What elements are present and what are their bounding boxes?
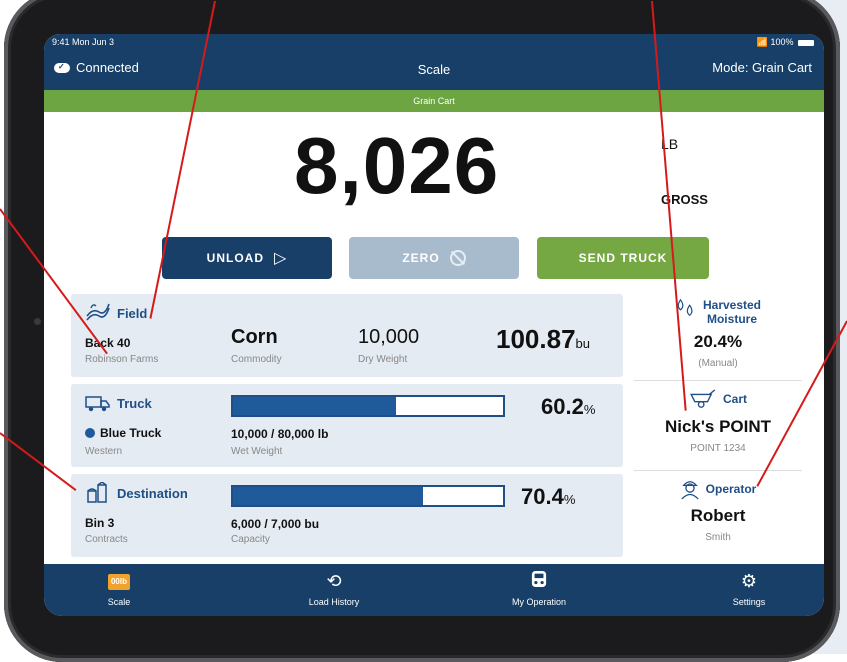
tablet-frame: 9:41 Mon Jun 3 📶 100% Connected Scale Mo… [4, 0, 840, 662]
field-farm: Robinson Farms [85, 354, 159, 365]
operator-last-name: Smith [705, 532, 731, 543]
mode-banner: Grain Cart [44, 90, 824, 112]
field-name: Back 40 [85, 336, 131, 350]
truck-pct-value: 60.2 [541, 394, 584, 419]
cart-title: Cart [722, 392, 747, 406]
truck-load-text: 10,000 / 80,000 lb [231, 427, 329, 441]
operator-first-name: Robert [690, 506, 746, 525]
destination-name: Bin 3 [85, 516, 115, 530]
field-icon [86, 303, 110, 321]
dry-weight-label: Dry Weight [358, 354, 408, 365]
signal-icon: 📶 [756, 37, 768, 47]
zero-label: ZERO [402, 251, 440, 265]
divider [634, 470, 802, 471]
battery-icon [798, 39, 814, 46]
truck-title: Truck [117, 395, 152, 411]
app-screen: 9:41 Mon Jun 3 📶 100% Connected Scale Mo… [44, 34, 824, 616]
cart-value: Nick's POINT [664, 417, 772, 436]
cart-header: Cart [634, 389, 802, 409]
weight-readout: 8,026 [294, 121, 500, 210]
moisture-title-line2: Moisture [706, 312, 757, 326]
truck-percent: 60.2% [541, 394, 595, 420]
moisture-panel[interactable]: Harvested Moisture 20.4% (Manual) [634, 298, 802, 369]
app-header: 9:41 Mon Jun 3 📶 100% Connected Scale Mo… [44, 34, 824, 90]
field-header: Field [85, 302, 147, 324]
no-zero-icon [449, 250, 466, 266]
play-triangle-icon: ▷ [274, 250, 288, 267]
truck-load-label: Wet Weight [231, 446, 283, 457]
destination-progress-fill [233, 487, 424, 505]
destination-pct-unit: % [563, 492, 576, 507]
tab-scale[interactable]: 00lb Scale [54, 570, 184, 607]
destination-load-label: Capacity [231, 534, 270, 545]
status-icons: 📶 100% [757, 37, 814, 48]
zero-button[interactable]: ZERO [349, 237, 519, 279]
destination-percent: 70.4% [521, 484, 575, 510]
destination-header: Destination [85, 482, 188, 504]
yield-unit: bu [575, 336, 590, 351]
moisture-header: Harvested Moisture [634, 298, 802, 326]
truck-color-dot [85, 428, 95, 438]
scale-badge: 00lb [107, 574, 130, 591]
operation-icon [474, 570, 604, 592]
tab-load-history[interactable]: ⟲ Load History [269, 570, 399, 607]
bottom-tab-bar: 00lb Scale ⟲ Load History My Operation ⚙… [44, 564, 824, 616]
moisture-title: Harvested Moisture [703, 298, 761, 326]
unload-label: UNLOAD [206, 251, 264, 265]
truck-name-label: Blue Truck [100, 426, 162, 440]
history-icon: ⟲ [326, 571, 342, 591]
destination-load-text: 6,000 / 7,000 bu [231, 517, 320, 531]
battery-percent: 100% [770, 37, 794, 47]
cart-panel[interactable]: Cart Nick's POINT POINT 1234 [634, 389, 802, 454]
gear-icon: ⚙ [740, 571, 758, 591]
destination-title: Destination [117, 485, 188, 501]
tab-settings-label: Settings [732, 597, 766, 607]
field-title: Field [117, 305, 148, 321]
moisture-sub: (Manual) [698, 358, 738, 369]
truck-progress-fill [233, 397, 396, 415]
commodity-value: Corn [231, 326, 278, 348]
send-truck-button[interactable]: SEND TRUCK [537, 237, 709, 279]
truck-progress-bar [231, 395, 505, 417]
operator-title: Operator [705, 482, 757, 496]
camera-dot [34, 318, 41, 325]
moisture-value: 20.4% [693, 332, 743, 351]
destination-bin-icon [87, 482, 107, 503]
dry-weight-value: 10,000 [358, 326, 420, 348]
tab-load-history-label: Load History [308, 597, 360, 607]
page-title: Scale [417, 62, 451, 77]
destination-progress-bar [231, 485, 505, 507]
scale-icon: 00lb [54, 570, 184, 592]
moisture-title-line1: Harvested [702, 298, 762, 312]
truck-card[interactable]: Truck Blue Truck Western 10,000 / 80,000… [71, 384, 623, 467]
tab-settings[interactable]: ⚙ Settings [684, 570, 814, 607]
operator-panel[interactable]: Operator Robert Smith [634, 478, 802, 543]
send-truck-label: SEND TRUCK [578, 251, 668, 265]
unload-button[interactable]: UNLOAD ▷ [162, 237, 332, 279]
truck-pct-unit: % [583, 402, 596, 417]
tab-scale-label: Scale [107, 597, 131, 607]
operator-icon [681, 481, 699, 500]
yield-value: 100.87 [496, 324, 576, 354]
destination-sub: Contracts [85, 534, 128, 545]
truck-sub: Western [85, 446, 123, 457]
tab-my-operation-label: My Operation [511, 597, 567, 607]
truck-icon [85, 396, 110, 412]
destination-card[interactable]: Destination Bin 3 Contracts 6,000 / 7,00… [71, 474, 623, 557]
operator-header: Operator [634, 478, 802, 500]
cart-icon [690, 389, 716, 408]
mode-selector[interactable]: Mode: Grain Cart [712, 60, 812, 75]
commodity-label: Commodity [231, 354, 282, 365]
status-time: 9:41 Mon Jun 3 [52, 37, 115, 47]
destination-pct-value: 70.4 [521, 484, 564, 509]
tab-my-operation[interactable]: My Operation [474, 570, 604, 607]
truck-header: Truck [85, 392, 152, 414]
truck-name: Blue Truck [85, 426, 161, 440]
yield-readout: 100.87bu [496, 324, 590, 355]
divider [634, 380, 802, 381]
